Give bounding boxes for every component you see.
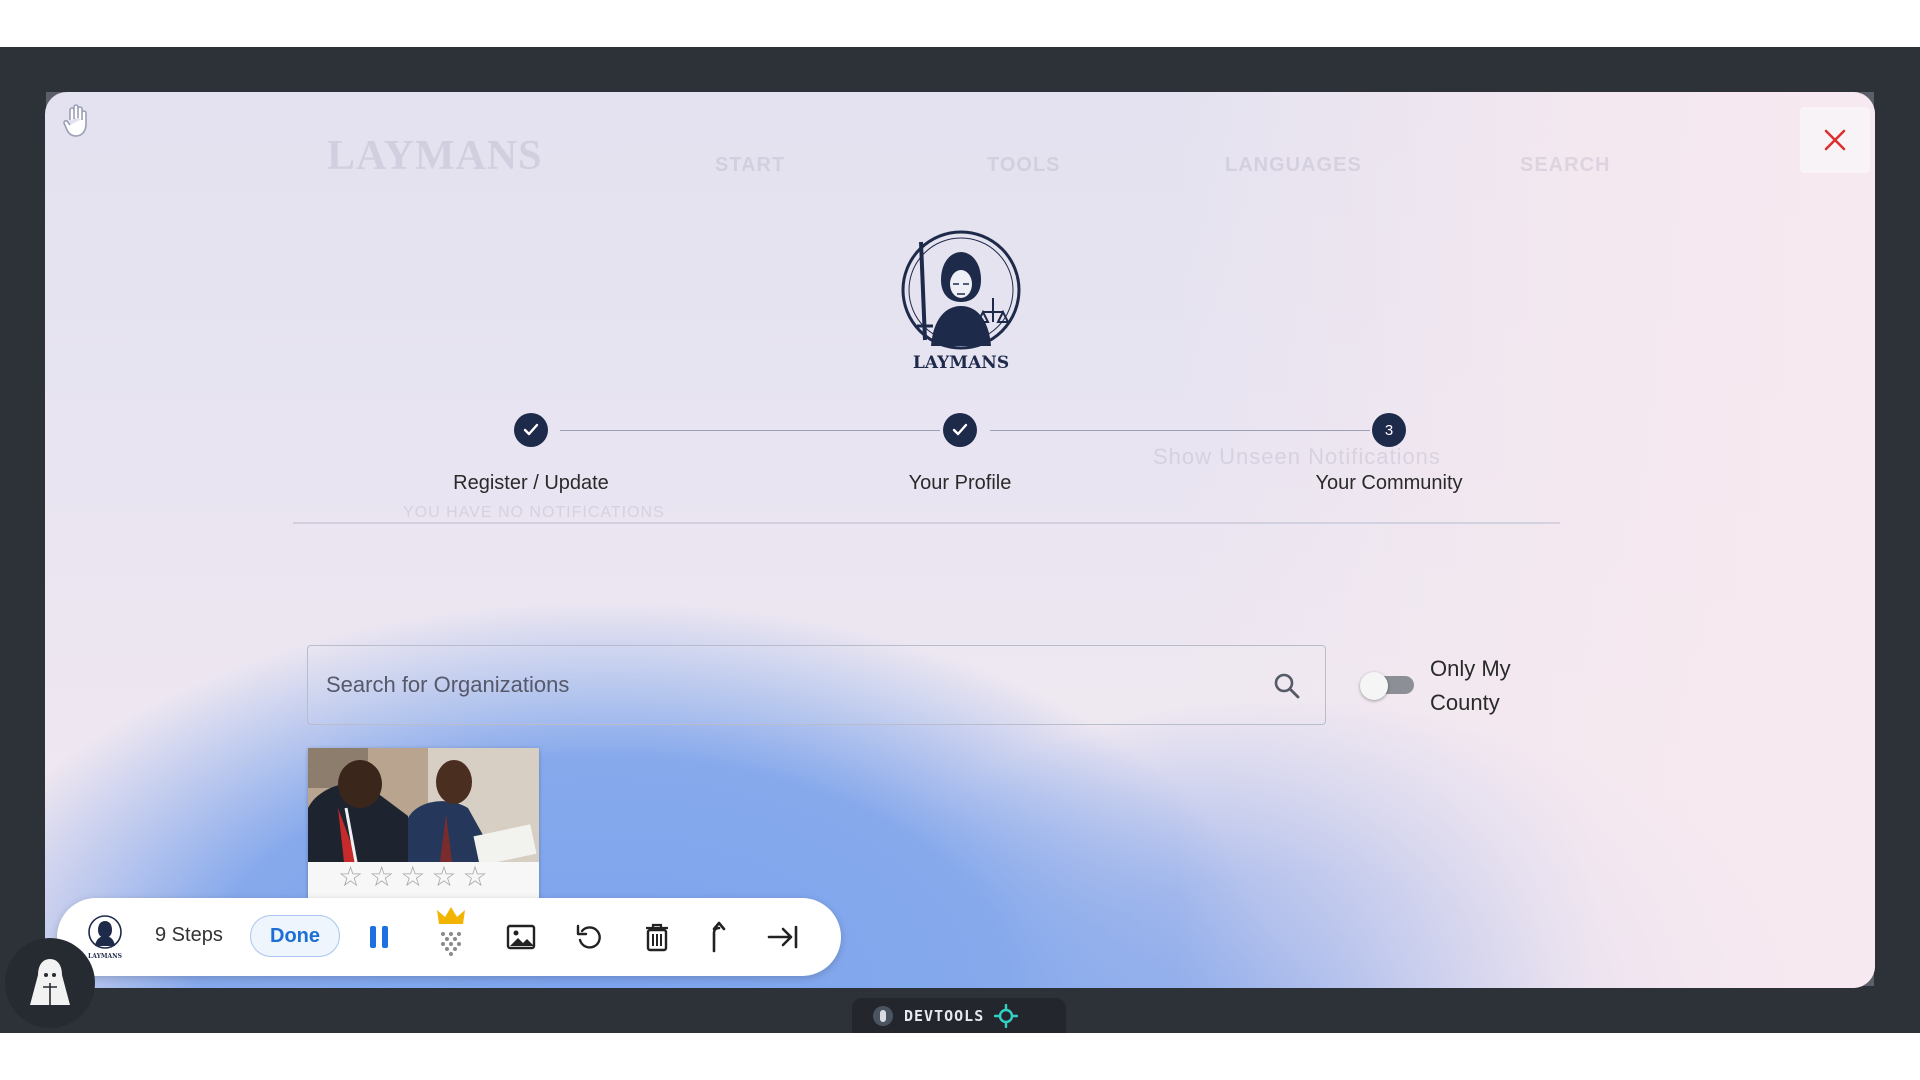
recorder-toolbar: LAYMANS 9 Steps Done [57,898,841,976]
only-my-county-label: Only My County [1430,656,1511,715]
svg-text:LAYMANS: LAYMANS [913,353,1009,373]
step-1-label: Register / Update [453,472,609,494]
organization-search [307,645,1326,725]
skip-to-end-icon[interactable] [763,917,803,957]
close-icon [1824,129,1846,151]
star-icon[interactable]: ☆ [400,862,425,892]
close-button[interactable] [1800,107,1870,173]
step-2-check-icon[interactable] [943,413,977,447]
laymans-logo-icon: LAYMANS [85,914,125,960]
svg-text:LAYMANS: LAYMANS [88,953,122,960]
ghost-nav-languages: LANGUAGES [1225,154,1362,176]
laymans-logo: LAYMANS [897,228,1025,374]
step-1-check-icon[interactable] [514,413,548,447]
star-icon[interactable]: ☆ [431,862,456,892]
hand-icon[interactable] [62,104,90,138]
ghost-nav-search: SEARCH [1520,154,1611,176]
toggle-knob [1360,672,1388,700]
crosshair-icon[interactable] [994,1003,1019,1028]
step-connector [990,430,1370,431]
steps-count: 9 Steps [155,924,223,946]
step-3-number[interactable]: 3 [1372,413,1406,447]
progress-stepper: Register / Update Your Profile 3 Your Co… [410,410,1510,510]
step-connector [560,430,940,431]
step-2-label: Your Profile [908,472,1012,494]
rating-stars: ☆ ☆ ☆ ☆ ☆ [338,862,488,892]
assistant-avatar[interactable] [5,938,95,1028]
devtools-tab[interactable]: DEVTOOLS [852,998,1066,1033]
stepper-divider [293,522,1560,524]
star-icon[interactable]: ☆ [462,862,487,892]
done-button[interactable]: Done [250,915,340,957]
ghost-nav-tools: TOOLS [987,154,1061,176]
arrow-up-icon[interactable] [699,917,739,957]
image-icon[interactable] [501,917,541,957]
pause-icon[interactable] [359,917,399,957]
devtools-logo-icon [873,1005,893,1026]
trash-icon[interactable] [637,917,677,957]
star-icon[interactable]: ☆ [338,862,363,892]
star-icon[interactable]: ☆ [369,862,394,892]
only-my-county-toggle[interactable] [1360,672,1416,700]
ghost-brand: LAYMANS [327,133,543,179]
ghost-nav-start: START [715,154,786,176]
undo-icon[interactable] [570,917,610,957]
search-icon[interactable] [1273,672,1301,700]
devtools-label: DEVTOOLS [904,1006,985,1025]
organization-photo [308,748,539,866]
organization-card[interactable]: ☆ ☆ ☆ ☆ ☆ [308,748,539,900]
crown-sparkle-icon[interactable] [431,906,471,962]
step-3-label: Your Community [1315,472,1463,494]
search-input[interactable] [326,646,1246,724]
